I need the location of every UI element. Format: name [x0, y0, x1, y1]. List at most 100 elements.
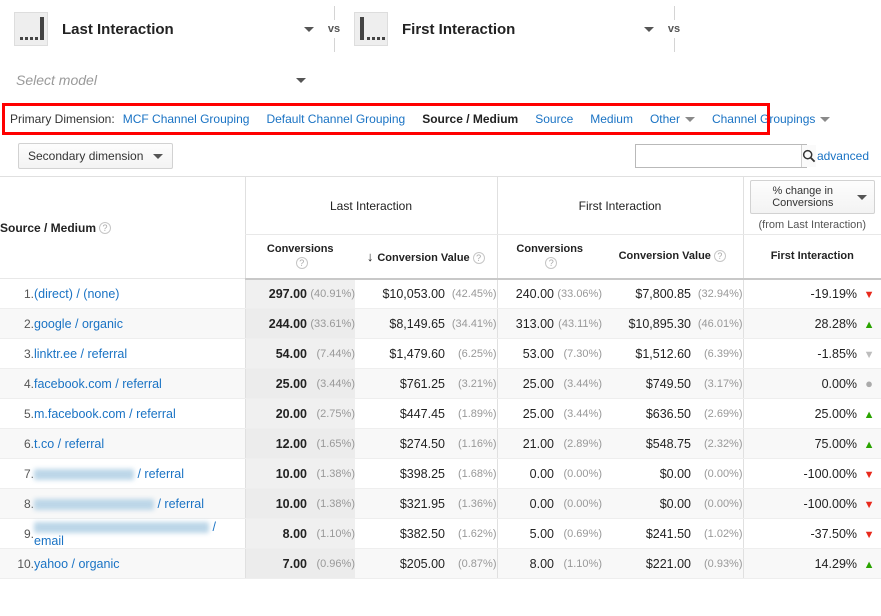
- source-medium-link[interactable]: yahoo / organic: [34, 557, 119, 571]
- row-source-medium[interactable]: / referral: [34, 488, 245, 519]
- row-source-medium[interactable]: google / organic: [34, 308, 245, 339]
- table-row[interactable]: 10. yahoo / organic 7.00 (0.96%) $205.00 (0.8…: [0, 548, 881, 579]
- help-icon-first-conversion-value[interactable]: ?: [713, 250, 726, 263]
- search-input[interactable]: [635, 145, 801, 167]
- table-row[interactable]: 9. / email 8.00 (1.10%) $382.50 (1.62%) 5.00 (0…: [0, 518, 881, 549]
- chevron-down-icon-channel-groupings[interactable]: [820, 116, 831, 122]
- row-source-medium[interactable]: m.facebook.com / referral: [34, 398, 245, 429]
- cell-first-conversion-value-pct: (1.02%): [691, 518, 744, 549]
- source-medium-link[interactable]: google / organic: [34, 317, 123, 331]
- table-row[interactable]: 7. / referral 10.00 (1.38%) $398.25 (1.68%) 0…: [0, 458, 881, 489]
- table-row[interactable]: 3. linktr.ee / referral 54.00 (7.44%) $1,479…: [0, 338, 881, 369]
- advanced-search-link[interactable]: advanced: [817, 149, 869, 163]
- cell-trend-arrow: ▼: [857, 338, 881, 369]
- source-medium-suffix[interactable]: / referral: [154, 497, 204, 511]
- cell-first-conversions-pct: (43.11%): [554, 308, 602, 339]
- cell-first-conversion-value-pct: (0.00%): [691, 488, 744, 519]
- table-row[interactable]: 6. t.co / referral 12.00 (1.65%) $274.50 (1.1…: [0, 428, 881, 459]
- primary-dimension-channel-groupings-label[interactable]: Channel Groupings: [712, 112, 815, 126]
- chevron-down-icon-secondary-dimension[interactable]: [153, 153, 164, 159]
- cell-first-conversions: 21.00: [496, 428, 554, 459]
- table-row[interactable]: 8. / referral 10.00 (1.38%) $321.95 (1.36%) 0…: [0, 488, 881, 519]
- trend-none-icon: ●: [865, 376, 873, 391]
- cell-first-conversions: 25.00: [496, 368, 554, 399]
- cell-first-conversion-value-pct: (2.69%): [691, 398, 744, 429]
- row-source-medium[interactable]: t.co / referral: [34, 428, 245, 459]
- report-table-body: 1. (direct) / (none) 297.00 (40.91%) $10,053…: [0, 278, 881, 579]
- source-medium-suffix[interactable]: / referral: [134, 467, 184, 481]
- cell-last-conversions-pct: (33.61%): [307, 308, 355, 339]
- table-search-box[interactable]: [634, 144, 816, 168]
- report-table: Source / Medium? Last Interaction First …: [0, 176, 881, 579]
- model-slot-first-interaction[interactable]: First Interaction: [354, 0, 654, 58]
- table-row[interactable]: 4. facebook.com / referral 25.00 (3.44%) $76…: [0, 368, 881, 399]
- cell-pct-change: -37.50%: [742, 518, 858, 549]
- table-row[interactable]: 5. m.facebook.com / referral 20.00 (2.75%) $…: [0, 398, 881, 429]
- header-first-conversions[interactable]: Conversions ?: [496, 234, 602, 280]
- cell-trend-arrow: ●: [857, 368, 881, 399]
- secondary-dimension-button[interactable]: Secondary dimension: [18, 143, 174, 169]
- header-last-conversion-value[interactable]: ↓ Conversion Value?: [355, 234, 497, 280]
- row-source-medium[interactable]: / referral: [34, 458, 245, 489]
- row-index: 1.: [0, 278, 34, 309]
- cell-last-conversions-pct: (1.10%): [307, 518, 355, 549]
- cell-first-conversion-value: $241.50: [602, 518, 691, 549]
- source-medium-link[interactable]: linktr.ee / referral: [34, 347, 127, 361]
- cell-first-conversions-pct: (1.10%): [554, 548, 602, 579]
- source-medium-suffix[interactable]: /: [209, 520, 215, 534]
- trend-up-icon: ▲: [863, 408, 875, 421]
- source-medium-link-part2[interactable]: email: [34, 534, 64, 548]
- table-row[interactable]: 2. google / organic 244.00 (33.61%) $8,149.6…: [0, 308, 881, 339]
- primary-dimension-source-medium[interactable]: Source / Medium: [422, 112, 518, 126]
- row-source-medium[interactable]: facebook.com / referral: [34, 368, 245, 399]
- header-last-conversions[interactable]: Conversions ?: [244, 234, 355, 280]
- primary-dimension-default-channel-grouping[interactable]: Default Channel Grouping: [266, 112, 405, 126]
- row-source-medium[interactable]: linktr.ee / referral: [34, 338, 245, 369]
- cell-last-conversions-pct: (2.75%): [307, 398, 355, 429]
- sort-arrow-icon[interactable]: ↓: [367, 249, 374, 264]
- source-medium-link[interactable]: m.facebook.com / referral: [34, 407, 176, 421]
- primary-dimension-other-label[interactable]: Other: [650, 112, 680, 126]
- primary-dimension-medium[interactable]: Medium: [590, 112, 633, 126]
- cell-last-conversions: 12.00: [244, 428, 307, 459]
- cell-first-conversion-value: $749.50: [602, 368, 691, 399]
- source-medium-link[interactable]: facebook.com / referral: [34, 377, 162, 391]
- header-first-conversion-value[interactable]: Conversion Value?: [602, 234, 744, 280]
- primary-dimension-mcf-channel-grouping[interactable]: MCF Channel Grouping: [123, 112, 250, 126]
- row-source-medium[interactable]: yahoo / organic: [34, 548, 245, 579]
- source-medium-link[interactable]: (direct) / (none): [34, 287, 119, 301]
- search-button[interactable]: [800, 145, 816, 167]
- cell-last-conversion-value-pct: (1.68%): [445, 458, 497, 489]
- cell-last-conversion-value: $205.00: [355, 548, 445, 579]
- row-index: 9.: [0, 518, 34, 549]
- group-header-first-interaction-label: First Interaction: [578, 198, 662, 213]
- select-model-dropdown[interactable]: Select model: [16, 72, 306, 88]
- help-icon-last-conversions[interactable]: ?: [295, 257, 308, 270]
- chevron-down-icon-pct-change[interactable]: [857, 194, 868, 200]
- row-source-medium[interactable]: (direct) / (none): [34, 278, 245, 309]
- primary-dimension-source[interactable]: Source: [535, 112, 573, 126]
- chevron-down-icon-select-model[interactable]: [296, 77, 306, 83]
- cell-pct-change: 28.28%: [742, 308, 858, 339]
- source-medium-link[interactable]: t.co / referral: [34, 437, 104, 451]
- primary-dimension-other[interactable]: Other: [650, 112, 695, 126]
- bar-chart-first-icon: [354, 12, 388, 46]
- chevron-down-icon-other[interactable]: [684, 116, 695, 122]
- primary-dimension-channel-groupings[interactable]: Channel Groupings: [712, 112, 831, 126]
- help-icon-first-conversions[interactable]: ?: [545, 257, 558, 270]
- header-change-column[interactable]: First Interaction: [742, 234, 881, 280]
- chevron-down-icon-model-1[interactable]: [304, 26, 314, 32]
- table-row[interactable]: 1. (direct) / (none) 297.00 (40.91%) $10,053…: [0, 278, 881, 309]
- cell-trend-arrow: ▼: [857, 458, 881, 489]
- help-icon-dimension[interactable]: ?: [99, 222, 112, 235]
- model-slot-last-interaction[interactable]: Last Interaction: [14, 0, 314, 58]
- help-icon-last-conversion-value[interactable]: ?: [472, 251, 485, 264]
- dimension-header-cell[interactable]: Source / Medium?: [0, 176, 245, 279]
- cell-first-conversions-pct: (7.30%): [554, 338, 602, 369]
- row-source-medium[interactable]: / email: [34, 518, 245, 549]
- cell-first-conversion-value: $7,800.85: [602, 278, 691, 309]
- model-selector-strip: Last Interaction vs First Interaction vs: [0, 0, 881, 58]
- secondary-dimension-label: Secondary dimension: [28, 149, 144, 163]
- chevron-down-icon-model-2[interactable]: [644, 26, 654, 32]
- pct-change-dropdown[interactable]: % change in Conversions: [749, 180, 876, 214]
